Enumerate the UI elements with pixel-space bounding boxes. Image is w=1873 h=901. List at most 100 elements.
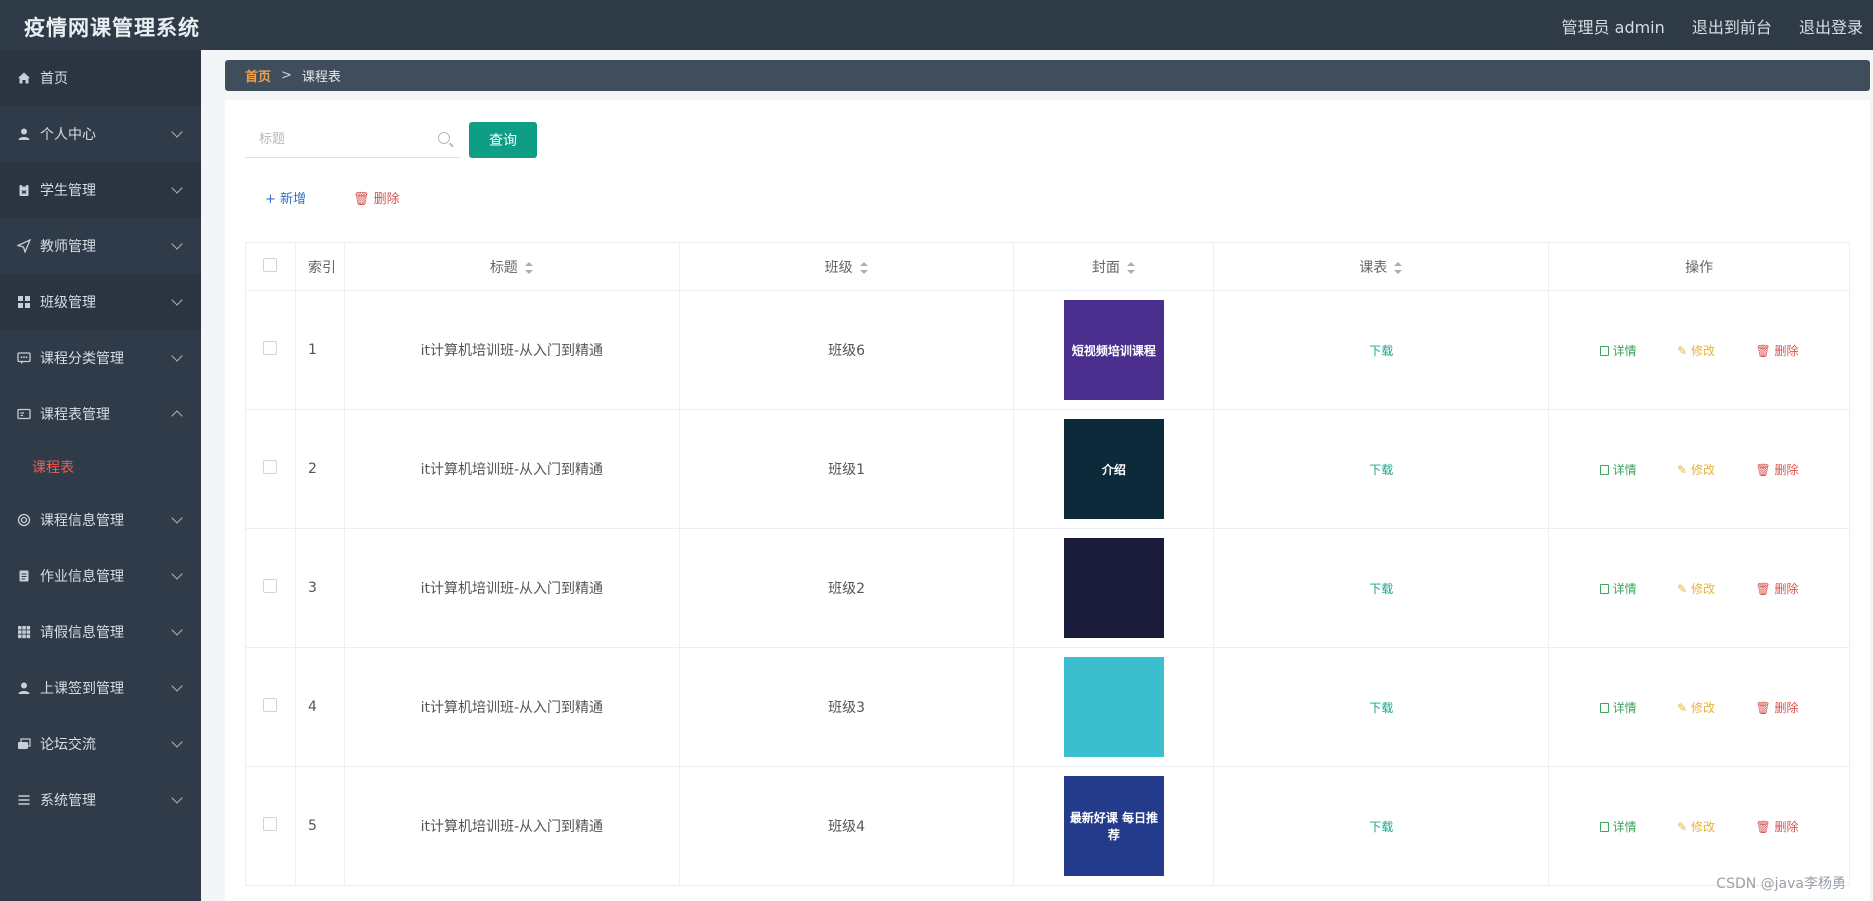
cover-image[interactable]: 短视频培训课程: [1063, 300, 1164, 400]
row-index-text: 3: [307, 580, 317, 596]
batch-delete-button[interactable]: 🗑 删除: [353, 188, 400, 207]
row-index: 3: [295, 528, 345, 648]
sidebar-item-label: 系统管理: [40, 793, 96, 809]
sort-icon[interactable]: [859, 261, 869, 274]
clipboard-icon: [16, 182, 32, 198]
row-index: 5: [295, 766, 345, 886]
row-schedule: 下载: [1213, 290, 1550, 410]
cover-image[interactable]: [1063, 657, 1164, 757]
column-header-title[interactable]: 标题: [344, 242, 680, 291]
sidebar-item-teacher-mgmt[interactable]: 教师管理: [0, 218, 201, 274]
detail-label: 详情: [1612, 700, 1637, 715]
row-delete-button[interactable]: 🗑 删除: [1755, 701, 1798, 715]
download-label: 下载: [1369, 819, 1394, 834]
cover-image[interactable]: 介绍: [1063, 419, 1164, 519]
column-header-actions: 操作: [1548, 242, 1850, 291]
detail-button[interactable]: 详情: [1599, 463, 1637, 477]
column-header-label: 操作: [1685, 259, 1714, 276]
edit-button[interactable]: ✎ 修改: [1677, 463, 1715, 477]
delete-label: 删除: [1774, 819, 1799, 834]
column-header-schedule[interactable]: 课表: [1213, 242, 1550, 291]
row-schedule: 下载: [1213, 766, 1550, 886]
edit-button[interactable]: ✎ 修改: [1677, 701, 1715, 715]
sidebar-item-label: 课程信息管理: [40, 513, 124, 529]
doc-icon: [16, 568, 32, 584]
edit-button[interactable]: ✎ 修改: [1677, 820, 1715, 834]
column-header-cover[interactable]: 封面: [1013, 242, 1215, 291]
query-button[interactable]: 查询: [469, 122, 537, 158]
chevron-down-icon: [171, 512, 183, 524]
table-row: 4 it计算机培训班-从入门到精通 班级3 下载 详情 ✎ 修改 🗑 删除: [245, 647, 1850, 767]
title-search-input[interactable]: [245, 122, 425, 156]
sidebar-item-home[interactable]: 首页: [0, 50, 201, 106]
row-select-cell: [245, 647, 296, 767]
sidebar-item-course-category-mgmt[interactable]: 课程分类管理: [0, 330, 201, 386]
sidebar-item-leave-info-mgmt[interactable]: 请假信息管理: [0, 604, 201, 660]
row-checkbox[interactable]: [263, 817, 278, 831]
detail-button[interactable]: 详情: [1599, 343, 1637, 358]
sort-icon[interactable]: [1126, 261, 1136, 274]
add-button[interactable]: + 新增: [265, 188, 306, 207]
row-checkbox[interactable]: [263, 460, 278, 474]
detail-button[interactable]: 详情: [1599, 700, 1637, 715]
trash-icon: 🗑: [353, 192, 374, 207]
exit-to-front-link[interactable]: 退出到前台: [1692, 18, 1772, 37]
row-delete-button[interactable]: 🗑 删除: [1755, 820, 1798, 834]
sidebar-item-system-mgmt[interactable]: 系统管理: [0, 772, 201, 828]
download-label: 下载: [1369, 462, 1394, 477]
sidebar-item-personal-center[interactable]: 个人中心: [0, 106, 201, 162]
pencil-icon: ✎: [1677, 819, 1691, 834]
download-link[interactable]: 下载: [1369, 463, 1393, 477]
chat-icon: [16, 350, 32, 366]
row-title: it计算机培训班-从入门到精通: [344, 647, 680, 767]
column-header-class[interactable]: 班级: [679, 242, 1015, 291]
download-link[interactable]: 下载: [1369, 701, 1393, 715]
select-all-checkbox[interactable]: [263, 257, 278, 272]
chevron-down-icon: [171, 294, 183, 306]
sidebar-item-homework-info-mgmt[interactable]: 作业信息管理: [0, 548, 201, 604]
chevron-down-icon: [171, 238, 183, 250]
sidebar-item-course-info-mgmt[interactable]: 课程信息管理: [0, 492, 201, 548]
document-icon: [1599, 464, 1609, 475]
sidebar-item-attendance-mgmt[interactable]: 上课签到管理: [0, 660, 201, 716]
row-class-text: 班级1: [828, 462, 866, 478]
download-link[interactable]: 下载: [1369, 582, 1393, 596]
row-delete-button[interactable]: 🗑 删除: [1755, 463, 1798, 477]
row-cover: [1013, 647, 1215, 767]
breadcrumb-home[interactable]: 首页: [245, 66, 271, 85]
sidebar-subitem-schedule[interactable]: 课程表: [0, 442, 201, 492]
sidebar-item-class-mgmt[interactable]: 班级管理: [0, 274, 201, 330]
sort-icon[interactable]: [524, 261, 534, 274]
sidebar-item-student-mgmt[interactable]: 学生管理: [0, 162, 201, 218]
detail-label: 详情: [1612, 343, 1637, 358]
document-icon: [1599, 583, 1609, 594]
download-link[interactable]: 下载: [1369, 820, 1393, 834]
download-label: 下载: [1369, 343, 1394, 358]
breadcrumb-current: 课程表: [301, 70, 341, 85]
pencil-icon: ✎: [1677, 700, 1691, 715]
sidebar-item-schedule-mgmt[interactable]: 课程表管理: [0, 386, 201, 442]
row-checkbox[interactable]: [263, 341, 278, 355]
cover-image[interactable]: [1063, 538, 1164, 638]
home-icon: [16, 70, 32, 86]
document-icon: [1599, 345, 1609, 356]
sort-icon[interactable]: [1393, 261, 1403, 274]
edit-button[interactable]: ✎ 修改: [1677, 344, 1715, 358]
download-link[interactable]: 下载: [1369, 344, 1393, 358]
detail-button[interactable]: 详情: [1599, 820, 1637, 834]
schedule-table: 索引 标题 班级 封面 课表 操作 1 it计算机培训班-从入门到精通 班级6 …: [245, 242, 1850, 886]
cover-image[interactable]: 最新好课 每日推荐: [1063, 776, 1164, 876]
current-user: 管理员 admin: [1561, 18, 1665, 37]
row-checkbox[interactable]: [263, 579, 278, 593]
row-checkbox[interactable]: [263, 698, 278, 712]
detail-button[interactable]: 详情: [1599, 582, 1637, 596]
row-delete-button[interactable]: 🗑 删除: [1755, 344, 1798, 358]
edit-button[interactable]: ✎ 修改: [1677, 582, 1715, 596]
logout-link[interactable]: 退出登录: [1799, 18, 1863, 37]
sidebar-item-forum[interactable]: 论坛交流: [0, 716, 201, 772]
row-actions: 详情 ✎ 修改 🗑 删除: [1548, 647, 1850, 767]
row-class-text: 班级2: [828, 581, 866, 597]
forum-icon: [16, 736, 32, 752]
trash-icon: 🗑: [1755, 581, 1775, 596]
row-delete-button[interactable]: 🗑 删除: [1755, 582, 1798, 596]
